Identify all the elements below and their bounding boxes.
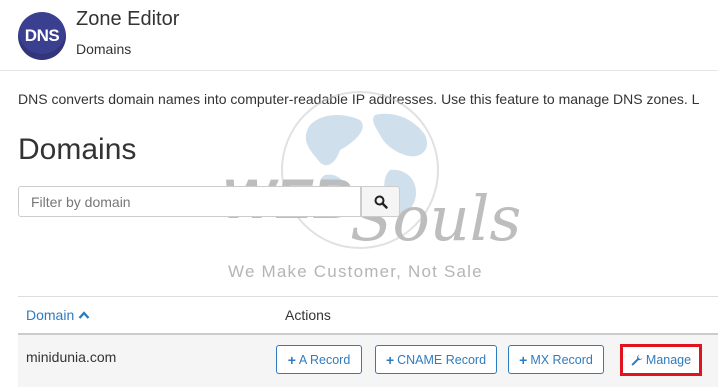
page-header: DNS Zone Editor Domains: [0, 0, 718, 71]
a-record-label: A Record: [298, 352, 351, 367]
filter-domain-input[interactable]: [18, 186, 361, 217]
domains-table: Domain Actions minidunia.com + A Record …: [18, 296, 718, 387]
domain-column-header[interactable]: Domain: [26, 307, 90, 323]
dns-app-icon: DNS: [18, 12, 66, 60]
breadcrumb: Domains: [76, 41, 132, 57]
plus-icon: +: [519, 351, 528, 368]
zone-editor-page: DNS Zone Editor Domains DNS converts dom…: [0, 0, 718, 389]
manage-button[interactable]: Manage: [620, 344, 702, 376]
manage-label: Manage: [645, 353, 692, 367]
section-heading: Domains: [18, 133, 137, 166]
chevron-up-icon: [78, 311, 90, 319]
page-description: DNS converts domain names into computer-…: [18, 91, 700, 107]
table-row: minidunia.com + A Record + CNAME Record …: [18, 335, 718, 387]
domain-column-label: Domain: [26, 307, 75, 323]
search-icon: [374, 195, 388, 209]
add-a-record-button[interactable]: + A Record: [276, 345, 362, 374]
add-cname-record-button[interactable]: + CNAME Record: [375, 345, 497, 374]
watermark-tagline: We Make Customer, Not Sale: [228, 262, 483, 281]
add-mx-record-button[interactable]: + MX Record: [508, 345, 604, 374]
page-title: Zone Editor: [76, 8, 180, 30]
wrench-icon: [631, 354, 643, 366]
table-header: Domain Actions: [18, 296, 718, 335]
plus-icon: +: [287, 351, 296, 368]
plus-icon: +: [385, 351, 395, 368]
filter-search-button[interactable]: [361, 186, 400, 217]
mx-record-label: MX Record: [530, 352, 593, 367]
domain-cell: minidunia.com: [26, 349, 117, 365]
actions-column-header: Actions: [285, 307, 331, 323]
cname-record-label: CNAME Record: [397, 352, 487, 367]
